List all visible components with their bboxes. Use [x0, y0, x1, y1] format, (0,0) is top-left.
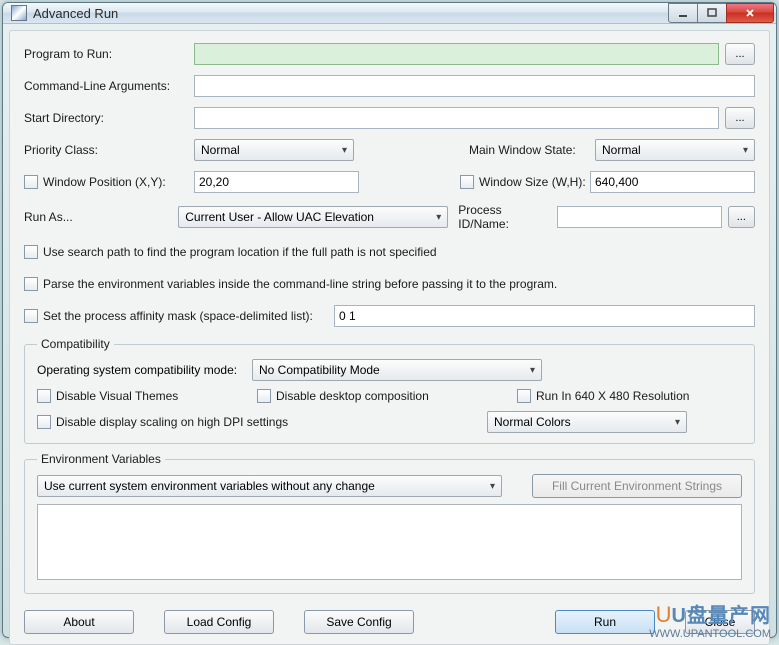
envvar-textarea[interactable]	[37, 504, 742, 580]
close-button[interactable]	[726, 3, 774, 23]
envvar-legend: Environment Variables	[37, 452, 165, 466]
about-button[interactable]: About	[24, 610, 134, 634]
searchpath-label: Use search path to find the program loca…	[43, 245, 437, 259]
osmode-select[interactable]: No Compatibility Mode	[252, 359, 542, 381]
compatibility-group: Compatibility Operating system compatibi…	[24, 337, 755, 444]
winsize-input[interactable]	[590, 171, 755, 193]
procid-label: Process ID/Name:	[458, 203, 546, 231]
winsize-label: Window Size (W,H):	[479, 175, 586, 189]
window-controls	[669, 3, 774, 23]
priority-label: Priority Class:	[24, 143, 194, 157]
minimize-button[interactable]	[668, 3, 698, 23]
startdir-input[interactable]	[194, 107, 719, 129]
winpos-label: Window Position (X,Y):	[43, 175, 166, 189]
close-footer-button[interactable]: Close	[685, 610, 755, 634]
procid-input[interactable]	[557, 206, 722, 228]
loadcfg-button[interactable]: Load Config	[164, 610, 274, 634]
footer: About Load Config Save Config Run Close	[24, 602, 755, 634]
parseenv-label: Parse the environment variables inside t…	[43, 277, 557, 291]
winpos-input[interactable]	[194, 171, 359, 193]
envvar-group: Environment Variables Use current system…	[24, 452, 755, 594]
app-icon	[11, 5, 27, 21]
content-panel: Program to Run: ... Command-Line Argumen…	[9, 30, 770, 645]
runas-select[interactable]: Current User - Allow UAC Elevation	[178, 206, 448, 228]
program-input[interactable]	[194, 43, 719, 65]
mainwin-select[interactable]: Normal	[595, 139, 755, 161]
program-label: Program to Run:	[24, 47, 194, 61]
disdesktop-checkbox[interactable]	[257, 389, 271, 403]
searchpath-checkbox[interactable]	[24, 245, 38, 259]
maximize-button[interactable]	[697, 3, 727, 23]
winpos-checkbox[interactable]	[24, 175, 38, 189]
runas-label: Run As...	[24, 210, 178, 224]
args-label: Command-Line Arguments:	[24, 79, 194, 93]
savecfg-button[interactable]: Save Config	[304, 610, 414, 634]
envmode-select[interactable]: Use current system environment variables…	[37, 475, 502, 497]
compat-legend: Compatibility	[37, 337, 114, 351]
startdir-browse-button[interactable]: ...	[725, 107, 755, 129]
priority-select[interactable]: Normal	[194, 139, 354, 161]
disvisual-checkbox[interactable]	[37, 389, 51, 403]
titlebar[interactable]: Advanced Run	[3, 3, 776, 24]
disdpi-checkbox[interactable]	[37, 415, 51, 429]
fillenv-button[interactable]: Fill Current Environment Strings	[532, 474, 742, 498]
osmode-label: Operating system compatibility mode:	[37, 363, 252, 377]
program-browse-button[interactable]: ...	[725, 43, 755, 65]
window-title: Advanced Run	[33, 6, 669, 21]
winsize-checkbox[interactable]	[460, 175, 474, 189]
colors-select[interactable]: Normal Colors	[487, 411, 687, 433]
mainwin-label: Main Window State:	[469, 143, 589, 157]
args-input[interactable]	[194, 75, 755, 97]
procid-browse-button[interactable]: ...	[728, 206, 755, 228]
run640-checkbox[interactable]	[517, 389, 531, 403]
affinity-label: Set the process affinity mask (space-del…	[43, 309, 313, 323]
run-button[interactable]: Run	[555, 610, 655, 634]
startdir-label: Start Directory:	[24, 111, 194, 125]
parseenv-checkbox[interactable]	[24, 277, 38, 291]
affinity-checkbox[interactable]	[24, 309, 38, 323]
affinity-input[interactable]	[334, 305, 755, 327]
window: Advanced Run Program to Run: ... Command…	[2, 2, 777, 638]
